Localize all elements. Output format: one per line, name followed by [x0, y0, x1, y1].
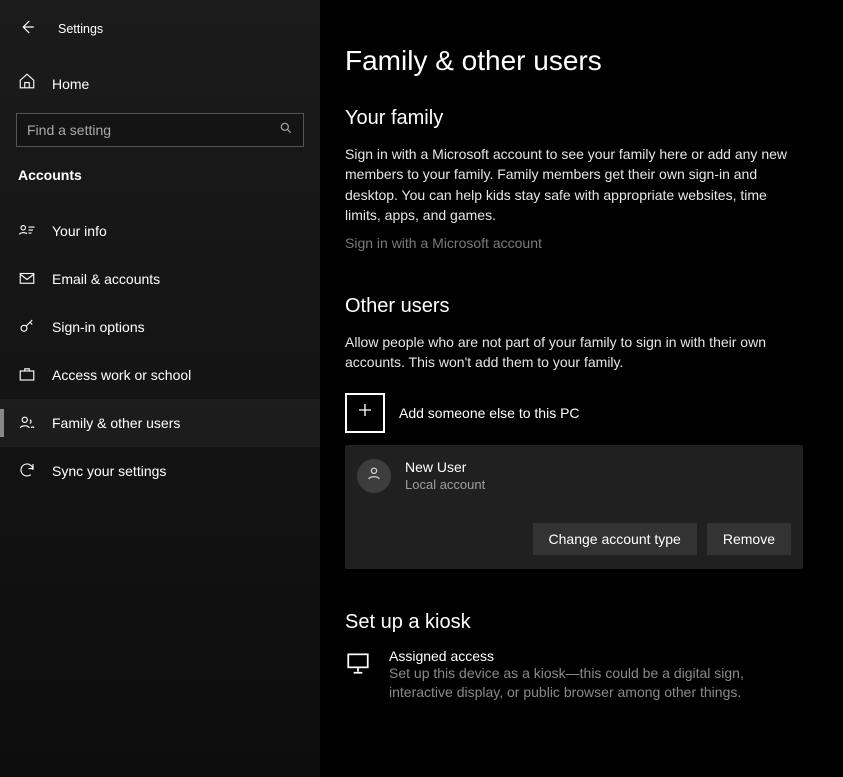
- back-icon[interactable]: [18, 18, 36, 41]
- home-icon: [18, 72, 36, 95]
- sidebar-item-label: Your info: [52, 223, 107, 239]
- search-box[interactable]: [16, 113, 304, 147]
- search-icon: [279, 121, 293, 140]
- section-other-users: Other users Allow people who are not par…: [345, 295, 803, 569]
- search-input[interactable]: [27, 122, 279, 138]
- sidebar-item-label: Access work or school: [52, 367, 191, 383]
- people-icon: [18, 413, 36, 434]
- user-name: New User: [405, 459, 485, 475]
- section-your-family: Your family Sign in with a Microsoft acc…: [345, 107, 803, 253]
- sidebar-nav: Your info Email & accounts Sign-in optio…: [0, 207, 320, 495]
- user-header: New User Local account: [357, 459, 791, 493]
- family-description: Sign in with a Microsoft account to see …: [345, 144, 795, 225]
- window-title: Settings: [58, 22, 103, 36]
- sidebar-item-email-accounts[interactable]: Email & accounts: [0, 255, 320, 303]
- user-actions: Change account type Remove: [357, 523, 791, 555]
- assigned-access-button[interactable]: Assigned access Set up this device as a …: [345, 648, 803, 703]
- sidebar-item-access-work-school[interactable]: Access work or school: [0, 351, 320, 399]
- person-card-icon: [18, 221, 36, 242]
- section-kiosk: Set up a kiosk Assigned access Set up th…: [345, 611, 803, 703]
- signin-microsoft-link[interactable]: Sign in with a Microsoft account: [345, 235, 542, 251]
- briefcase-icon: [18, 365, 36, 386]
- sidebar-item-label: Sign-in options: [52, 319, 145, 335]
- person-icon: [365, 464, 383, 487]
- home-label: Home: [52, 76, 89, 92]
- other-heading: Other users: [345, 295, 803, 318]
- home-button[interactable]: Home: [0, 60, 320, 107]
- sidebar-item-label: Email & accounts: [52, 271, 160, 287]
- mail-icon: [18, 269, 36, 290]
- remove-button[interactable]: Remove: [707, 523, 791, 555]
- sidebar-item-label: Family & other users: [52, 415, 180, 431]
- avatar: [357, 459, 391, 493]
- monitor-icon: [345, 648, 371, 703]
- user-type: Local account: [405, 477, 485, 492]
- plus-icon: [356, 401, 374, 424]
- user-card[interactable]: New User Local account Change account ty…: [345, 445, 803, 569]
- sidebar-item-family-other-users[interactable]: Family & other users: [0, 399, 320, 447]
- sidebar-item-label: Sync your settings: [52, 463, 166, 479]
- sync-icon: [18, 461, 36, 482]
- page-title: Family & other users: [345, 45, 803, 77]
- key-icon: [18, 317, 36, 338]
- sidebar-category: Accounts: [0, 147, 320, 193]
- kiosk-heading: Set up a kiosk: [345, 611, 803, 634]
- main-content: Family & other users Your family Sign in…: [320, 0, 843, 777]
- sidebar: Settings Home Accounts Your info Email &…: [0, 0, 320, 777]
- kiosk-description: Set up this device as a kiosk—this could…: [389, 664, 759, 703]
- add-user-label: Add someone else to this PC: [399, 405, 580, 421]
- change-account-type-button[interactable]: Change account type: [533, 523, 697, 555]
- sidebar-item-your-info[interactable]: Your info: [0, 207, 320, 255]
- family-heading: Your family: [345, 107, 803, 130]
- sidebar-item-signin-options[interactable]: Sign-in options: [0, 303, 320, 351]
- sidebar-item-sync-settings[interactable]: Sync your settings: [0, 447, 320, 495]
- kiosk-title: Assigned access: [389, 648, 759, 664]
- plus-box: [345, 393, 385, 433]
- other-description: Allow people who are not part of your fa…: [345, 332, 795, 373]
- titlebar: Settings: [0, 10, 320, 48]
- add-user-button[interactable]: Add someone else to this PC: [345, 393, 803, 433]
